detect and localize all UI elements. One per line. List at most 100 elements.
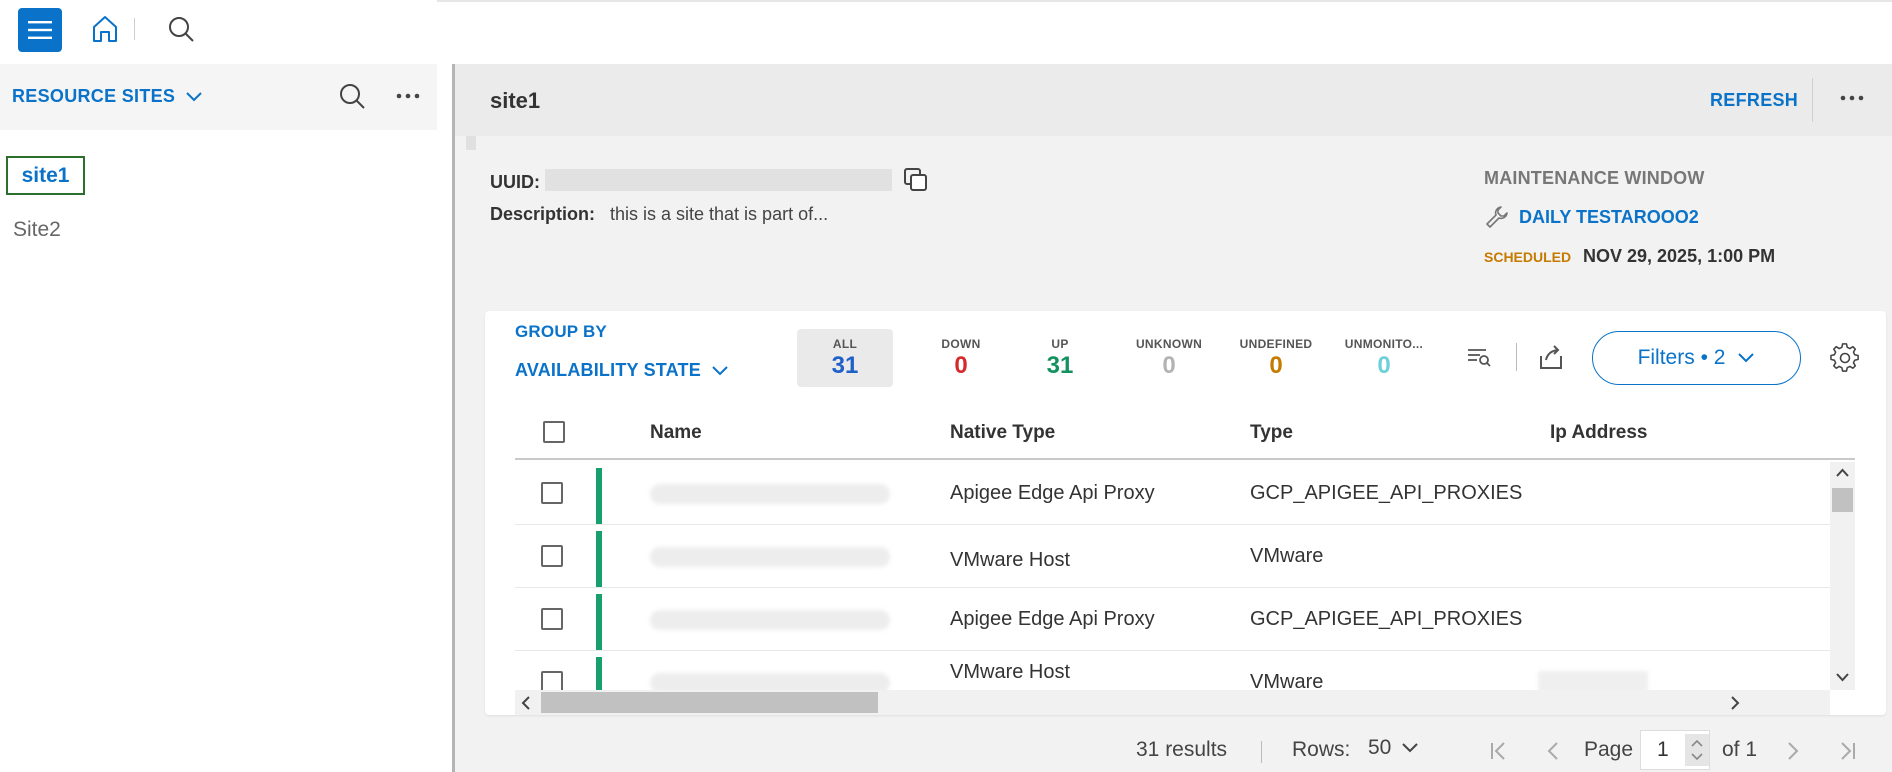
site-list-item-site2[interactable]: Site2 [13,218,61,242]
search-icon [169,17,194,42]
list-search-button[interactable] [1466,344,1492,370]
first-page-button[interactable] [1484,736,1514,766]
gear-icon [1830,343,1859,372]
next-page-button[interactable] [1778,736,1808,766]
export-icon [1540,345,1562,369]
pagination-separator [1261,741,1262,763]
resource-sites-label: RESOURCE SITES [12,86,176,106]
column-header-type[interactable]: Type [1250,422,1293,444]
rows-per-page-value: 50 [1368,736,1392,759]
column-header-ip-address[interactable]: Ip Address [1550,422,1648,444]
row-checkbox[interactable] [541,545,563,567]
first-page-icon [1491,742,1505,760]
resource-name-redacted[interactable] [650,547,890,567]
hamburger-menu-icon [28,21,52,39]
stat-unmonitored[interactable]: UNMONITO... 0 [1336,329,1432,387]
collapsed-handle [466,136,476,150]
chevron-left-icon [521,696,530,710]
refresh-button[interactable]: REFRESH [1710,90,1798,111]
site-detail-header [455,64,1892,136]
group-by-dropdown[interactable]: AVAILABILITY STATE [515,360,729,381]
resource-name-redacted[interactable] [650,673,890,690]
native-type-cell: VMware Host [950,661,1071,683]
stat-count: 31 [1046,352,1074,379]
stat-undefined[interactable]: UNDEFINED 0 [1228,329,1324,387]
chevron-right-icon [1788,742,1799,760]
select-all-checkbox[interactable] [543,421,565,443]
type-cell: VMware [1250,545,1324,567]
stat-label: UP [1051,337,1069,351]
more-horizontal-icon [396,93,420,99]
copy-icon [904,168,927,191]
row-checkbox[interactable] [541,608,563,630]
sites-search-button[interactable] [336,80,368,112]
chevron-right-icon [1731,696,1740,710]
last-page-icon [1841,742,1855,760]
group-by-value: AVAILABILITY STATE [515,360,701,380]
stat-count: 0 [1162,352,1176,379]
home-button[interactable] [88,12,122,46]
export-button[interactable] [1536,342,1566,372]
chevron-left-icon [1547,742,1558,760]
site-list-item-site1[interactable]: site1 [6,156,85,195]
scroll-right-button[interactable] [1724,692,1746,714]
stat-unknown[interactable]: UNKNOWN 0 [1121,329,1217,387]
last-page-button[interactable] [1832,736,1862,766]
maintenance-window-link[interactable]: DAILY TESTAROOO2 [1519,207,1699,228]
scroll-left-button[interactable] [515,692,537,714]
chevron-down-icon [1402,743,1419,753]
detail-more-button[interactable] [1834,82,1870,114]
resource-sites-dropdown[interactable]: RESOURCE SITES [12,86,203,107]
copy-uuid-button[interactable] [902,166,930,194]
previous-page-button[interactable] [1538,736,1568,766]
resource-name-redacted[interactable] [650,610,890,630]
column-header-name[interactable]: Name [650,422,702,444]
stat-down[interactable]: DOWN 0 [913,329,1009,387]
header-separator [1812,78,1813,122]
chevron-down-icon [1836,673,1849,682]
row-checkbox[interactable] [541,671,563,690]
filters-label: Filters • 2 [1637,346,1726,369]
table-row[interactable]: Apigee Edge Api Proxy GCP_APIGEE_API_PRO… [515,462,1830,525]
chevron-down-icon [186,91,202,101]
stat-all[interactable]: ALL 31 [797,329,893,387]
top-bar-divider [437,0,1892,2]
filters-button[interactable]: Filters • 2 [1592,331,1801,385]
type-cell: VMware [1250,671,1324,690]
hamburger-menu-button[interactable] [18,8,62,52]
home-icon [93,16,117,42]
stat-count: 31 [831,352,859,379]
uuid-label: UUID: [490,172,540,192]
more-horizontal-icon [1840,95,1864,101]
row-checkbox[interactable] [541,482,563,504]
settings-button[interactable] [1830,343,1860,373]
status-up-indicator [596,657,602,690]
toolbar-separator [1516,343,1517,371]
status-up-indicator [596,531,602,587]
rows-per-page-select[interactable]: 50 [1368,736,1419,760]
scroll-down-button[interactable] [1830,666,1855,688]
table-row[interactable]: VMware Host VMware [515,651,1830,690]
page-total-label: of 1 [1722,738,1758,761]
resource-name-redacted[interactable] [650,484,890,504]
vertical-scrollbar-thumb[interactable] [1832,488,1853,512]
sites-more-button[interactable] [392,80,424,112]
column-header-native-type[interactable]: Native Type [950,422,1055,444]
type-cell: GCP_APIGEE_API_PROXIES [1250,608,1523,630]
page-number-value: 1 [1657,738,1669,761]
list-search-icon [1468,349,1491,367]
table-row[interactable]: Apigee Edge Api Proxy GCP_APIGEE_API_PRO… [515,588,1830,651]
stat-label: ALL [832,337,858,351]
chevron-down-icon [712,365,728,375]
stat-up[interactable]: UP 31 [1012,329,1108,387]
horizontal-scrollbar-thumb[interactable] [541,692,878,713]
stat-label: UNDEFINED [1239,337,1313,351]
scroll-up-button[interactable] [1830,462,1855,484]
status-up-indicator [596,594,602,650]
global-search-button[interactable] [164,12,198,46]
page-number-stepper[interactable] [1685,734,1709,766]
stepper-icon [1691,739,1703,761]
scheduled-status-badge: SCHEDULED [1484,249,1572,265]
table-row[interactable]: VMware Host VMware [515,525,1830,588]
table-header [515,410,1855,460]
